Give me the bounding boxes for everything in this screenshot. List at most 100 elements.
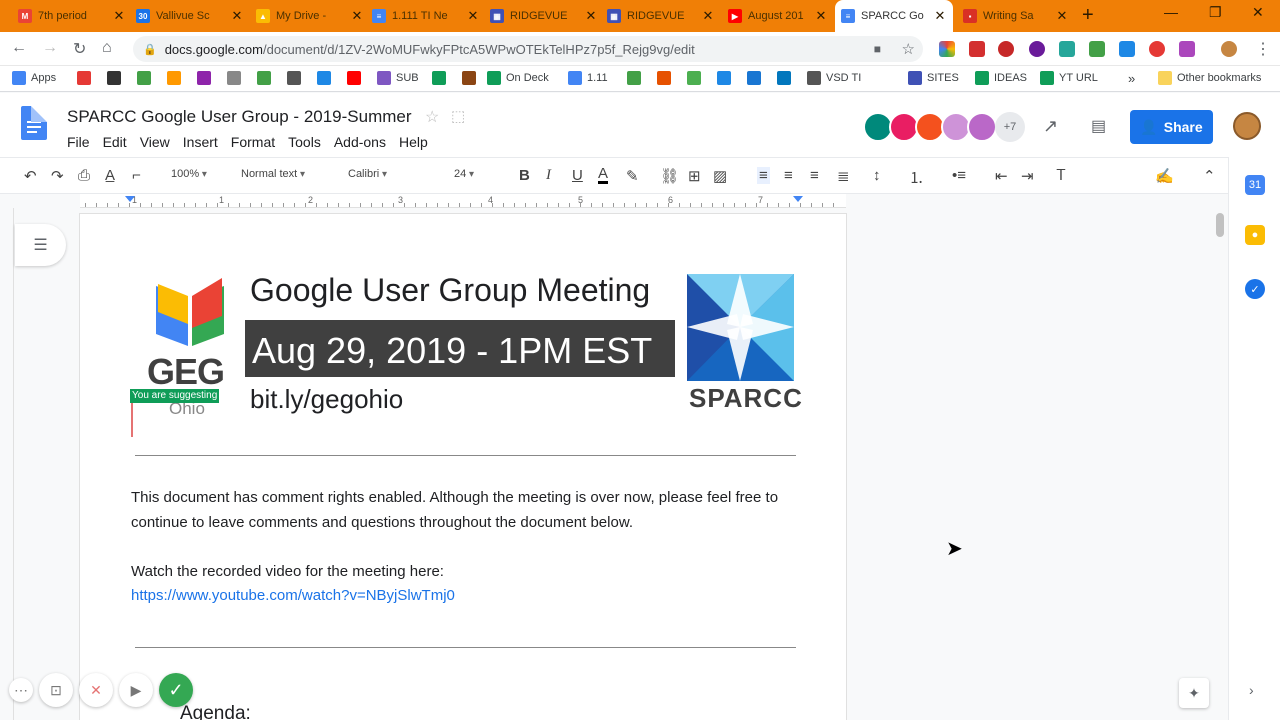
next-icon[interactable]: ▶ bbox=[119, 673, 153, 707]
reload-button[interactable]: ↻ bbox=[73, 39, 86, 59]
browser-tab[interactable]: ▦ RIDGEVUE ✕ bbox=[484, 2, 604, 30]
bookmark-item[interactable] bbox=[747, 71, 761, 85]
comments-icon[interactable]: ▤ bbox=[1091, 116, 1106, 136]
activity-dashboard-icon[interactable]: ↗ bbox=[1043, 116, 1058, 137]
italic-icon[interactable]: I bbox=[546, 167, 551, 184]
address-bar[interactable]: 🔒 docs.google.com/document/d/1ZV-2WoMUFw… bbox=[133, 36, 923, 62]
calendar-icon[interactable]: 31 bbox=[1245, 175, 1265, 195]
cancel-icon[interactable]: ✕ bbox=[79, 673, 113, 707]
document-outline-icon[interactable]: ☰ bbox=[15, 224, 66, 266]
menu-item-file[interactable]: File bbox=[67, 134, 90, 150]
decrease-indent-icon[interactable]: ⇤ bbox=[995, 167, 1008, 185]
insert-image-icon[interactable]: ▨ bbox=[713, 167, 727, 185]
docs-logo-icon[interactable] bbox=[21, 106, 47, 140]
extension-icon[interactable] bbox=[1089, 41, 1105, 57]
tab-close-icon[interactable]: ✕ bbox=[112, 8, 126, 24]
bookmark-item[interactable] bbox=[227, 71, 241, 85]
camera-icon[interactable]: ■ bbox=[874, 42, 881, 56]
tab-close-icon[interactable]: ✕ bbox=[814, 8, 828, 24]
menu-item-format[interactable]: Format bbox=[231, 134, 275, 150]
spellcheck-icon[interactable]: A̲ bbox=[105, 167, 115, 184]
bookmark-item[interactable] bbox=[687, 71, 701, 85]
zoom-select[interactable]: 100% bbox=[171, 168, 207, 180]
browser-tab[interactable]: 30 Vallivue Sc ✕ bbox=[130, 2, 250, 30]
extension-icon[interactable] bbox=[1059, 41, 1075, 57]
bookmark-item[interactable]: On Deck bbox=[487, 71, 549, 85]
bookmark-item[interactable]: IDEAS bbox=[975, 71, 1027, 85]
move-folder-icon[interactable]: ⬚ bbox=[451, 107, 465, 125]
bookmark-item[interactable]: Apps bbox=[12, 71, 56, 85]
explore-icon[interactable]: ✦ bbox=[1179, 678, 1209, 708]
link-icon[interactable]: ⛓ bbox=[660, 167, 679, 185]
browser-tab[interactable]: ▦ RIDGEVUE ✕ bbox=[601, 2, 721, 30]
extension-icon[interactable] bbox=[1149, 41, 1165, 57]
browser-tab[interactable]: ▶ August 201 ✕ bbox=[722, 2, 834, 30]
align-left-icon[interactable]: ≡ bbox=[757, 167, 770, 184]
document-page[interactable]: GEG Ohio You are suggesting Google User … bbox=[80, 214, 846, 720]
keep-icon[interactable]: ● bbox=[1245, 225, 1265, 245]
bookmark-item[interactable] bbox=[197, 71, 211, 85]
bookmark-item[interactable] bbox=[717, 71, 731, 85]
browser-tab[interactable]: M 7th period ✕ bbox=[12, 2, 132, 30]
bookmark-item[interactable] bbox=[167, 71, 181, 85]
bookmark-item[interactable] bbox=[317, 71, 331, 85]
confirm-icon[interactable]: ✓ bbox=[159, 673, 193, 707]
bookmark-item[interactable] bbox=[347, 71, 361, 85]
back-button[interactable]: ← bbox=[11, 39, 27, 57]
browser-tab[interactable]: ▲ My Drive - ✕ bbox=[250, 2, 370, 30]
profile-avatar[interactable] bbox=[1221, 41, 1237, 57]
bookmark-item[interactable]: SITES bbox=[908, 71, 959, 85]
horizontal-ruler[interactable]: 11234567 bbox=[80, 194, 846, 208]
extension-icon[interactable] bbox=[1179, 41, 1195, 57]
more-collaborators-count[interactable]: +7 bbox=[995, 112, 1025, 142]
document-title[interactable]: SPARCC Google User Group - 2019-Summer bbox=[67, 107, 412, 127]
menu-item-view[interactable]: View bbox=[140, 134, 170, 150]
avatar[interactable] bbox=[967, 112, 997, 142]
style-select[interactable]: Normal text bbox=[241, 168, 305, 180]
video-link[interactable]: https://www.youtube.com/watch?v=NByjSlwT… bbox=[131, 587, 455, 604]
star-icon[interactable]: ☆ bbox=[425, 107, 439, 127]
tab-close-icon[interactable]: ✕ bbox=[466, 8, 480, 24]
bookmark-item[interactable] bbox=[432, 71, 446, 85]
bold-icon[interactable]: B bbox=[519, 167, 530, 184]
bookmark-item[interactable] bbox=[107, 71, 121, 85]
text-color-icon[interactable]: A bbox=[598, 166, 609, 184]
browser-tab[interactable]: ≡ 1.111 TI Ne ✕ bbox=[366, 2, 486, 30]
menu-item-help[interactable]: Help bbox=[399, 134, 428, 150]
menu-item-insert[interactable]: Insert bbox=[183, 134, 218, 150]
restore-button[interactable]: ❐ bbox=[1209, 4, 1222, 21]
close-window-button[interactable]: ✕ bbox=[1252, 4, 1264, 21]
menu-item-edit[interactable]: Edit bbox=[103, 134, 127, 150]
account-avatar[interactable] bbox=[1233, 112, 1261, 140]
browser-tab[interactable]: ▪ Writing Sa ✕ bbox=[957, 2, 1075, 30]
undo-icon[interactable]: ↶ bbox=[24, 167, 37, 185]
paint-format-icon[interactable]: ⌐ bbox=[132, 167, 141, 184]
underline-icon[interactable]: U bbox=[572, 167, 583, 184]
print-icon[interactable]: ⎙ bbox=[78, 167, 90, 184]
align-right-icon[interactable]: ≡ bbox=[810, 167, 819, 184]
tab-close-icon[interactable]: ✕ bbox=[1055, 8, 1069, 24]
expand-panel-icon[interactable]: › bbox=[1249, 682, 1254, 698]
bookmark-star-icon[interactable]: ☆ bbox=[902, 40, 915, 58]
add-comment-icon[interactable]: ⊞ bbox=[688, 167, 701, 185]
scrollbar-thumb[interactable] bbox=[1216, 213, 1224, 237]
tab-close-icon[interactable]: ✕ bbox=[701, 8, 715, 24]
left-indent-marker[interactable] bbox=[125, 196, 135, 202]
more-icon[interactable]: ⋯ bbox=[9, 678, 33, 702]
bookmark-item[interactable] bbox=[257, 71, 271, 85]
menu-item-add-ons[interactable]: Add-ons bbox=[334, 134, 386, 150]
bookmark-item[interactable] bbox=[657, 71, 671, 85]
tab-close-icon[interactable]: ✕ bbox=[584, 8, 598, 24]
adblock-icon[interactable] bbox=[998, 41, 1014, 57]
bulleted-list-icon[interactable]: •≡ bbox=[952, 167, 966, 184]
minimize-button[interactable]: — bbox=[1164, 4, 1178, 20]
bookmark-item[interactable] bbox=[287, 71, 301, 85]
numbered-list-icon[interactable]: ⒈ bbox=[909, 167, 924, 188]
tab-close-icon[interactable]: ✕ bbox=[933, 8, 947, 24]
redo-icon[interactable]: ↷ bbox=[51, 167, 64, 185]
bookmark-item[interactable]: VSD TI bbox=[807, 71, 861, 85]
bookmark-item[interactable] bbox=[627, 71, 641, 85]
bookmark-item[interactable]: YT URL bbox=[1040, 71, 1098, 85]
font-size-select[interactable]: 24 bbox=[454, 168, 474, 180]
home-button[interactable]: ⌂ bbox=[102, 39, 112, 57]
